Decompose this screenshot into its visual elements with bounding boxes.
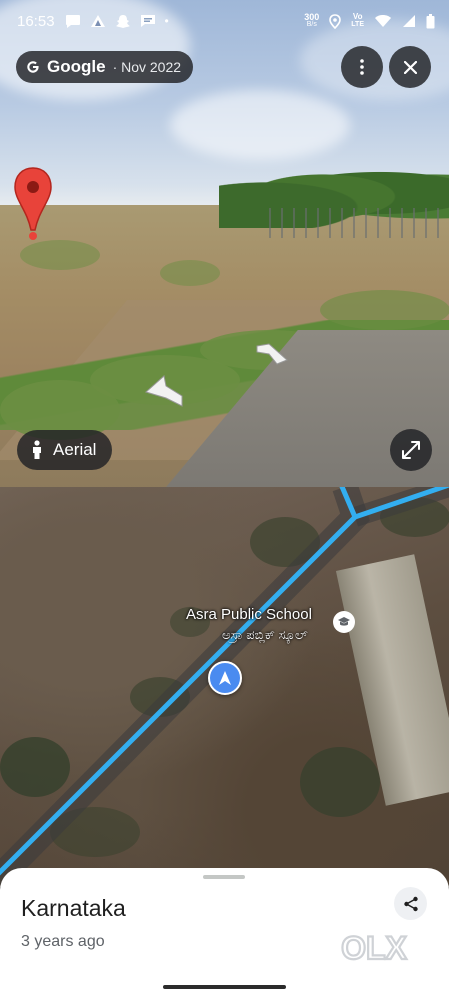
place-bottom-sheet[interactable]: Karnataka 3 years ago OLX <box>0 868 449 1000</box>
place-subtitle: 3 years ago <box>21 933 105 950</box>
imagery-date-chip[interactable]: Google · Nov 2022 <box>16 51 194 83</box>
close-button[interactable] <box>389 46 431 88</box>
olx-watermark: OLX <box>333 928 415 972</box>
aerial-button[interactable]: Aerial <box>17 430 113 470</box>
fence <box>269 208 449 238</box>
status-time: 16:53 <box>17 12 55 30</box>
place-label[interactable]: Asra Public School <box>186 606 312 623</box>
nav-arrow-right-icon[interactable] <box>255 342 289 366</box>
message-icon <box>140 15 155 27</box>
net-speed-indicator: 300 B/s <box>304 12 320 29</box>
home-indicator[interactable] <box>163 985 286 989</box>
more-options-button[interactable] <box>341 46 383 88</box>
location-pin-icon <box>14 167 52 240</box>
sheet-drag-handle[interactable] <box>203 875 245 879</box>
pegman-icon <box>33 440 41 459</box>
expand-icon <box>402 441 420 459</box>
place-label-local[interactable]: ಅಸ್ರಾ ಪಬ್ಲಿಕ್ ಸ್ಕೂಲ್ <box>222 627 308 643</box>
place-title: Karnataka <box>21 895 126 921</box>
wifi-icon <box>375 15 391 27</box>
chat-icon <box>65 14 80 28</box>
google-g-icon <box>27 61 39 73</box>
location-icon <box>329 13 342 29</box>
status-bar: 16:53 • 300 B/s Vo LTE <box>0 0 449 42</box>
watermark-text: OLX <box>341 930 407 966</box>
google-brand-label: Google <box>47 57 106 76</box>
share-icon <box>403 896 418 911</box>
nav-arrow-left-icon[interactable] <box>144 374 184 410</box>
close-icon <box>403 60 417 74</box>
imagery-date-label: · Nov 2022 <box>112 59 182 75</box>
navigation-arrow-icon <box>219 671 231 685</box>
volte-indicator: Vo LTE <box>351 12 364 29</box>
battery-icon <box>426 13 435 28</box>
aerial-label: Aerial <box>53 440 97 459</box>
share-button[interactable] <box>394 887 427 920</box>
school-icon[interactable] <box>333 611 355 633</box>
snapchat-icon <box>115 14 130 28</box>
cellular-signal-icon <box>403 15 415 27</box>
expand-button[interactable] <box>390 429 432 471</box>
viewer-direction-marker <box>208 661 242 695</box>
more-vert-icon <box>360 59 364 75</box>
street-view-panorama[interactable]: 16:53 • 300 B/s Vo LTE Google · Nov 2022… <box>0 0 449 487</box>
notification-dot: • <box>164 14 169 28</box>
delta-app-icon <box>90 15 105 27</box>
